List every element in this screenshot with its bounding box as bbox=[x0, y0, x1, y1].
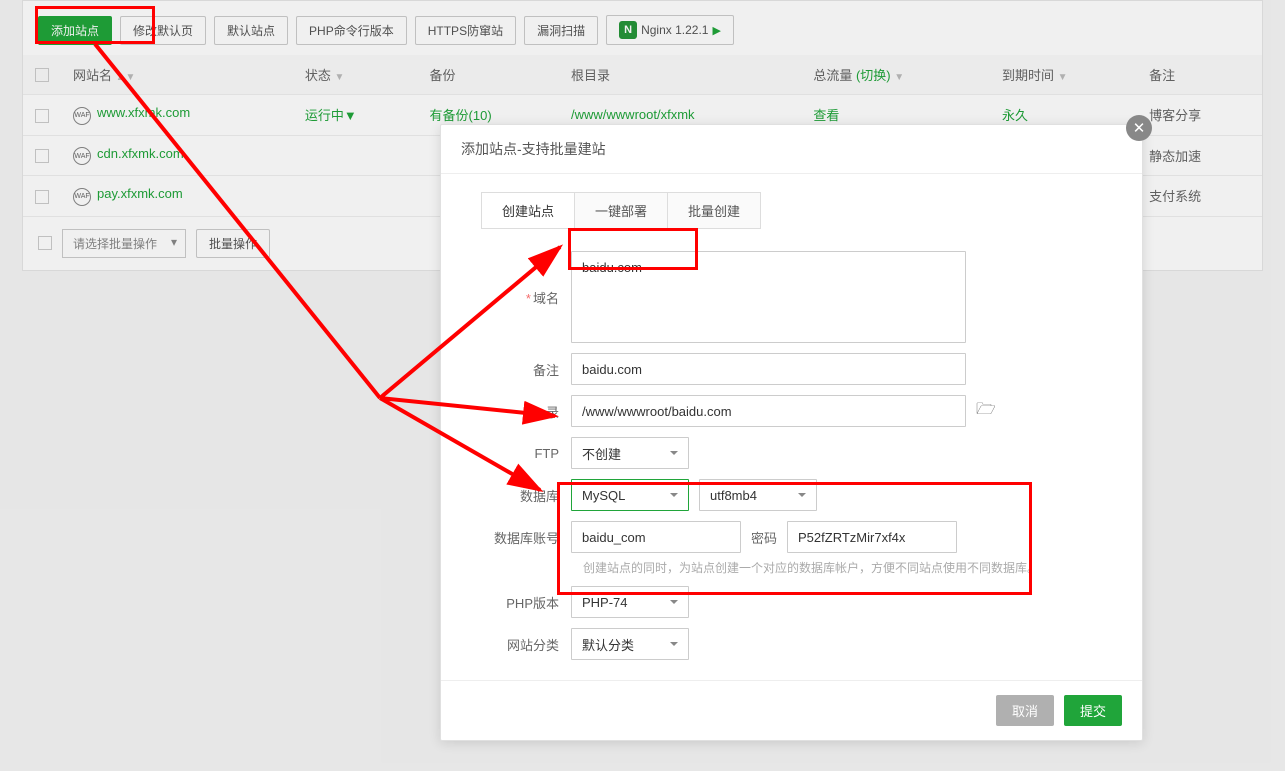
close-icon[interactable]: ✕ bbox=[1126, 115, 1152, 141]
annotation-arrow bbox=[0, 0, 1285, 771]
